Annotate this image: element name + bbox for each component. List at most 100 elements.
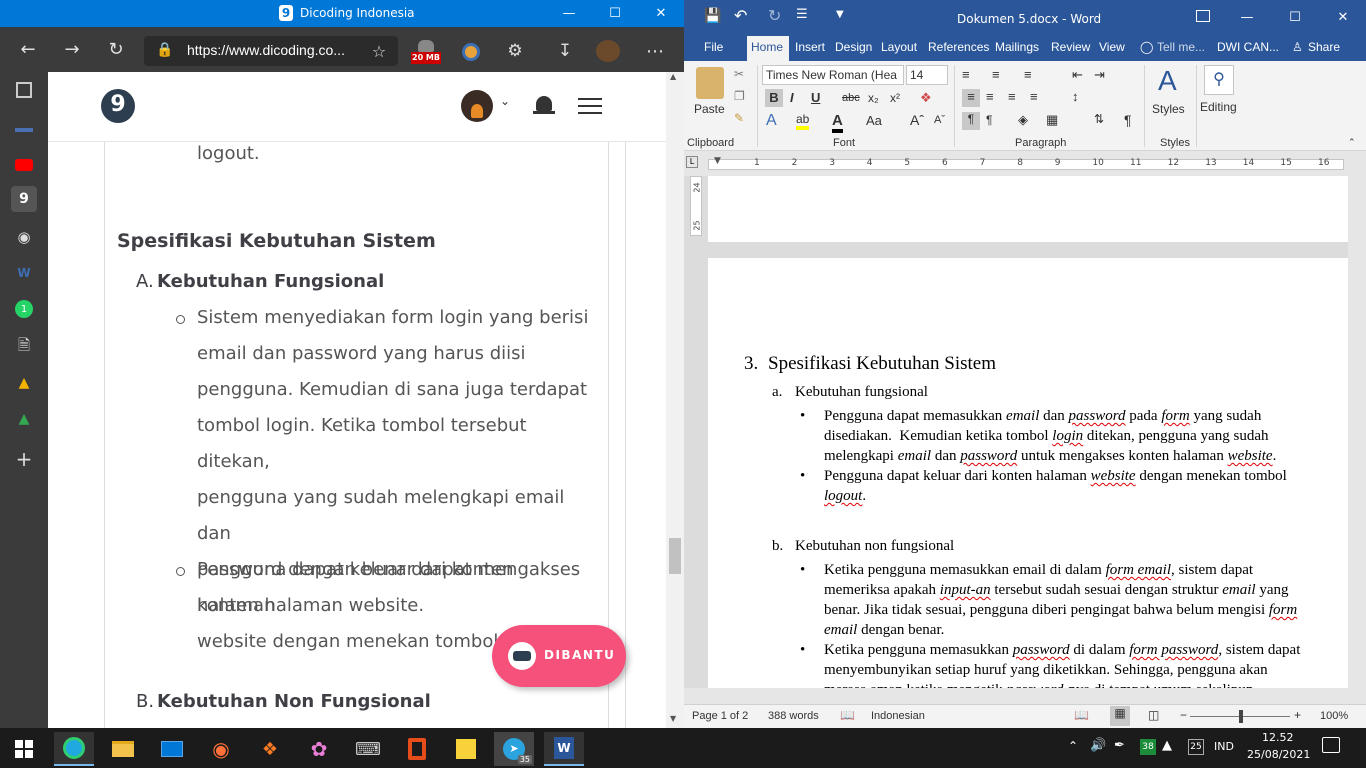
xampp-icon[interactable]: ❖ (250, 732, 290, 766)
tray-badge-38[interactable]: 38 (1140, 739, 1156, 755)
extension-20mb-button[interactable]: 20 MB (411, 38, 441, 66)
show-marks-icon[interactable]: ¶ (1124, 112, 1132, 128)
ribbon-display-icon[interactable] (1196, 10, 1210, 22)
tab-home[interactable]: Home (751, 40, 783, 54)
tab-file[interactable]: File (704, 40, 723, 54)
subscript-icon[interactable]: x₂ (868, 91, 879, 105)
telegram-icon[interactable]: ➤ 35 (494, 732, 534, 766)
format-painter-icon[interactable]: ✎ (734, 111, 744, 125)
puzzle-extensions-icon[interactable]: ⚙ (500, 36, 530, 66)
firefox-icon[interactable]: ◉ (201, 732, 241, 766)
address-bar[interactable]: 🔒 https://www.dicoding.co... (144, 36, 398, 66)
align-center-icon[interactable]: ≡ (986, 89, 994, 104)
web-layout-icon[interactable]: ◫ (1148, 708, 1159, 722)
maximize-button[interactable]: ☐ (592, 0, 638, 27)
profile-avatar[interactable] (596, 40, 620, 62)
sort-icon[interactable]: ⇅ (1094, 112, 1104, 126)
multilevel-list-icon[interactable]: ≡ (1024, 67, 1032, 82)
copy-icon[interactable]: ❐ (734, 89, 745, 103)
redo-icon[interactable]: ↻ (768, 6, 781, 25)
favorite-star-icon[interactable]: ☆ (364, 36, 394, 66)
styles-label[interactable]: Styles (1152, 102, 1185, 116)
document-tab-icon[interactable]: 🗎 (11, 334, 37, 360)
word-maximize-button[interactable]: ☐ (1272, 4, 1318, 31)
word-taskbar-icon[interactable]: W (544, 732, 584, 766)
scroll-up-arrow-icon[interactable]: ▲ (670, 72, 676, 81)
drive-tab-icon-2[interactable]: ▲ (11, 406, 37, 432)
user-avatar[interactable] (461, 90, 493, 122)
keyboard-icon[interactable]: ⌨ (348, 732, 388, 766)
grow-font-icon[interactable]: Aˆ (910, 112, 924, 128)
bookmark-tab-icon[interactable] (15, 128, 33, 132)
word-minimize-button[interactable]: — (1224, 4, 1270, 31)
start-windows-icon[interactable] (4, 732, 44, 766)
office-icon[interactable] (397, 732, 437, 766)
shrink-font-icon[interactable]: Aˇ (934, 114, 945, 126)
volume-icon[interactable]: 🔊 (1090, 738, 1106, 753)
tab-selector-icon[interactable]: L (686, 156, 698, 168)
chevron-down-icon[interactable]: ⌄ (500, 94, 510, 108)
strikethrough-icon[interactable]: abc (842, 92, 860, 104)
read-mode-icon[interactable]: 📖 (1074, 708, 1089, 722)
tab-mailings[interactable]: Mailings (995, 40, 1039, 54)
shading-icon[interactable]: ◈ (1018, 112, 1028, 128)
bold-icon[interactable]: B (765, 89, 783, 107)
paint-icon[interactable]: ✿ (299, 732, 339, 766)
pen-icon[interactable]: ✒ (1114, 738, 1125, 753)
highlight-icon[interactable]: ab (796, 112, 810, 130)
text-effects-icon[interactable]: A (766, 112, 777, 130)
clear-formatting-icon[interactable]: ❖ (920, 90, 932, 106)
dicoding-logo[interactable]: 9 (101, 89, 135, 123)
youtube-tab-icon[interactable] (15, 159, 33, 171)
font-name-box[interactable]: Times New Roman (Hea (762, 65, 904, 85)
minimize-button[interactable]: — (546, 0, 592, 27)
save-icon[interactable]: 💾 (704, 8, 721, 24)
quick-access-icon[interactable]: ☰ (796, 7, 808, 22)
word-count[interactable]: 388 words (768, 710, 819, 722)
file-explorer-icon[interactable] (103, 732, 143, 766)
input-language[interactable]: IND (1214, 740, 1234, 753)
underline-icon[interactable]: U (811, 90, 820, 105)
new-tab-plus-icon[interactable]: + (11, 446, 37, 472)
font-size-box[interactable]: 14 (906, 65, 948, 85)
numbering-icon[interactable]: ≡ (992, 67, 1000, 82)
superscript-icon[interactable]: x² (890, 91, 900, 105)
hamburger-menu-icon[interactable] (578, 98, 602, 114)
close-button[interactable]: ✕ (638, 0, 684, 27)
tab-insert[interactable]: Insert (795, 40, 825, 54)
tell-me-box[interactable]: Tell me... (1157, 40, 1205, 54)
github-tab-icon[interactable]: ◉ (11, 224, 37, 250)
refresh-icon[interactable]: ↻ (101, 34, 131, 64)
search-icon[interactable]: ⚲ (1204, 65, 1234, 95)
cut-icon[interactable]: ✂ (734, 67, 744, 81)
justify-icon[interactable]: ≡ (1030, 89, 1038, 104)
clock-date[interactable]: 25/08/2021 (1247, 748, 1310, 761)
notification-bell-icon[interactable] (533, 94, 555, 116)
show-hidden-icons[interactable]: ⌃ (1068, 739, 1078, 753)
paste-label[interactable]: Paste (694, 102, 725, 116)
sticky-notes-icon[interactable] (446, 732, 486, 766)
share-button[interactable]: Share (1308, 40, 1340, 54)
mail-icon[interactable] (152, 732, 192, 766)
more-menu-icon[interactable]: ⋯ (640, 36, 670, 66)
back-arrow-icon[interactable]: ← (13, 34, 43, 64)
line-spacing-icon[interactable]: ↕ (1072, 89, 1079, 104)
collapse-ribbon-icon[interactable]: ⌃ (1348, 137, 1356, 148)
network-icon[interactable]: ▲ (1162, 738, 1172, 753)
paste-clipboard-icon[interactable] (696, 67, 724, 99)
dicoding-tab-icon[interactable]: 9 (11, 186, 37, 212)
page-count[interactable]: Page 1 of 2 (692, 710, 748, 722)
user-account[interactable]: DWI CAN... (1217, 40, 1279, 54)
notification-center-icon[interactable] (1322, 737, 1340, 753)
borders-icon[interactable]: ▦ (1046, 112, 1058, 128)
font-color-icon[interactable]: A (832, 112, 843, 133)
scroll-down-arrow-icon[interactable]: ▼ (670, 714, 676, 723)
tray-badge-25[interactable]: 25 (1188, 739, 1204, 755)
undo-icon[interactable]: ↶ (734, 6, 747, 25)
tab-layout[interactable]: Layout (881, 40, 917, 54)
tab-actions-icon[interactable] (16, 82, 32, 98)
owl-extension-icon[interactable] (462, 43, 480, 61)
tab-design[interactable]: Design (835, 40, 872, 54)
ltr-icon[interactable]: ¶ (962, 112, 980, 130)
zoom-thumb[interactable] (1239, 710, 1243, 723)
